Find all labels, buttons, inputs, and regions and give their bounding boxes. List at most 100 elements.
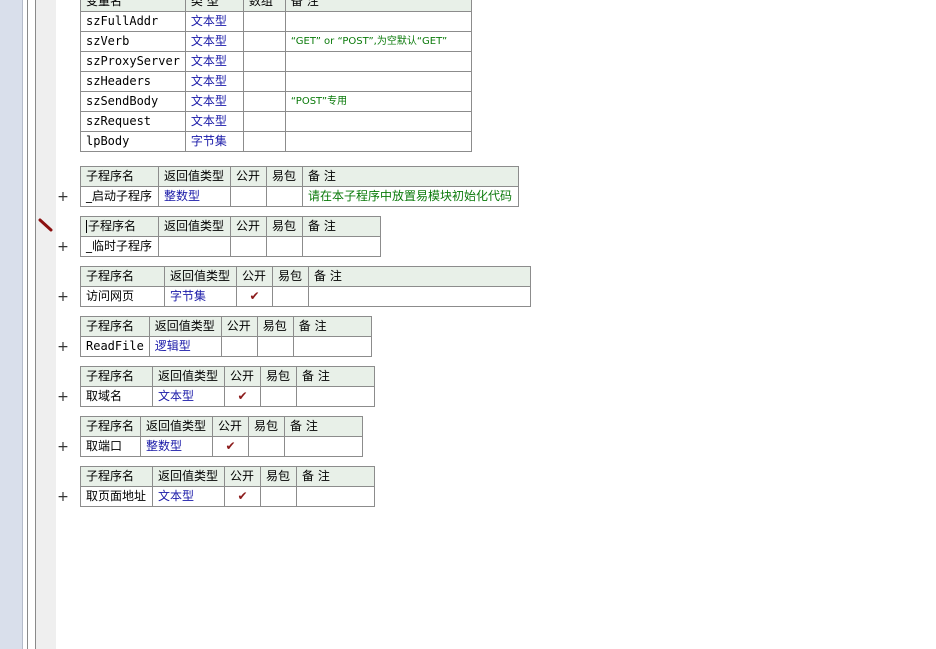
header-remark: 备 注 [284,416,363,437]
expand-sub-button[interactable]: + [57,490,69,504]
variable-row[interactable]: szFullAddr 文本型 [80,11,472,32]
subroutine-public-check[interactable] [220,336,258,357]
variable-remark[interactable] [284,111,472,132]
variable-name[interactable]: szHeaders [80,71,186,92]
variable-row[interactable]: szSendBody 文本型 “POST”专用 [80,91,472,112]
subroutine-table: 子程序名 返回值类型 公开 易包 备 注 _启动子程序 整数型 请在本子程序中放… [80,166,519,207]
expand-sub-button[interactable]: + [57,190,69,204]
subroutine-return-type[interactable] [158,236,231,257]
variable-name[interactable]: szVerb [80,31,186,52]
variable-row[interactable]: szVerb 文本型 “GET” or “POST”,为空默认“GET” [80,31,472,52]
header-sub-name: 子程序名 [80,266,165,287]
variable-remark[interactable]: “GET” or “POST”,为空默认“GET” [284,31,472,52]
subroutine-name[interactable]: 访问网页 [80,286,165,307]
subroutine-table: 子程序名 返回值类型 公开 易包 备 注 取页面地址 文本型 ✔ [80,466,375,507]
subroutine-row[interactable]: 取域名 文本型 ✔ [80,386,375,407]
subroutine-name[interactable]: 取页面地址 [80,486,153,507]
header-sub-name: 子程序名 [80,166,159,187]
variable-remark[interactable] [284,11,472,32]
subroutine-easy-package[interactable] [256,336,294,357]
subroutine-name[interactable]: _临时子程序 [80,236,159,257]
header-remark: 备 注 [296,366,375,387]
expand-sub-button[interactable]: + [57,290,69,304]
subroutine-easy-package[interactable] [248,436,285,457]
variable-remark[interactable] [284,131,472,152]
variable-array[interactable] [242,131,286,152]
header-return-type: 返回值类型 [152,366,225,387]
subroutine-row[interactable]: ReadFile 逻辑型 [80,336,372,357]
subroutine-public-check[interactable]: ✔ [212,436,249,457]
variable-row[interactable]: szHeaders 文本型 [80,71,472,92]
subroutine-return-type[interactable]: 字节集 [164,286,237,307]
variable-type[interactable]: 文本型 [184,111,244,132]
header-sub-name-cell[interactable]: 子程序名 [80,216,159,237]
variable-array[interactable] [242,51,286,72]
subroutine-easy-package[interactable] [266,186,303,207]
subroutine-row[interactable]: _启动子程序 整数型 请在本子程序中放置易模块初始化代码 [80,186,519,207]
variable-name[interactable]: szSendBody [80,91,186,112]
variable-array[interactable] [242,91,286,112]
variable-remark[interactable]: “POST”专用 [284,91,472,112]
expand-sub-button[interactable]: + [57,340,69,354]
subroutine-remark[interactable] [296,386,375,407]
variable-name[interactable]: szProxyServer [80,51,186,72]
subroutine-return-type[interactable]: 整数型 [158,186,231,207]
subroutine-public-check[interactable] [230,236,267,257]
variable-type[interactable]: 文本型 [184,51,244,72]
subroutine-public-check[interactable]: ✔ [224,386,261,407]
header-sub-name: 子程序名 [80,366,153,387]
variable-array[interactable] [242,71,286,92]
variable-type[interactable]: 文本型 [184,31,244,52]
variable-array[interactable] [242,11,286,32]
subroutine-return-type[interactable]: 逻辑型 [148,336,222,357]
variable-type[interactable]: 文本型 [184,11,244,32]
variable-array[interactable] [242,31,286,52]
variables-header-row: 变量名 类 型 数组 备 注 [80,0,472,12]
subroutine-remark[interactable] [296,486,375,507]
variable-array[interactable] [242,111,286,132]
variable-type[interactable]: 文本型 [184,71,244,92]
header-remark: 备 注 [284,0,472,12]
subroutine-return-type[interactable]: 文本型 [152,486,225,507]
subroutine-easy-package[interactable] [260,386,297,407]
subroutine-row[interactable]: 取页面地址 文本型 ✔ [80,486,375,507]
variable-remark[interactable] [284,51,472,72]
variable-name[interactable]: szRequest [80,111,186,132]
variable-type[interactable]: 字节集 [184,131,244,152]
subroutine-easy-package[interactable] [266,236,303,257]
header-return-type: 返回值类型 [148,316,222,337]
header-public: 公开 [230,216,267,237]
variable-remark[interactable] [284,71,472,92]
subroutine-remark[interactable] [284,436,363,457]
subroutine-easy-package[interactable] [260,486,297,507]
variable-name[interactable]: szFullAddr [80,11,186,32]
subroutine-remark[interactable] [302,236,381,257]
subroutine-remark[interactable]: 请在本子程序中放置易模块初始化代码 [302,186,519,207]
subroutine-public-check[interactable] [230,186,267,207]
subroutine-return-type[interactable]: 整数型 [140,436,213,457]
variable-row[interactable]: lpBody 字节集 [80,131,472,152]
subroutine-row[interactable]: _临时子程序 [80,236,381,257]
variable-type[interactable]: 文本型 [184,91,244,112]
subroutine-remark[interactable] [308,286,531,307]
subroutine-row[interactable]: 取端口 整数型 ✔ [80,436,363,457]
subroutine-table: 子程序名 返回值类型 公开 易包 备 注 ReadFile 逻辑型 [80,316,372,357]
subroutine-name[interactable]: 取端口 [80,436,141,457]
subroutine-row[interactable]: 访问网页 字节集 ✔ [80,286,531,307]
variable-name[interactable]: lpBody [80,131,186,152]
subroutine-remark[interactable] [292,336,372,357]
subroutine-public-check[interactable]: ✔ [224,486,261,507]
subroutine-name[interactable]: _启动子程序 [80,186,159,207]
subroutine-name[interactable]: ReadFile [80,336,150,357]
expand-sub-button[interactable]: + [57,390,69,404]
subroutine-table: 子程序名 返回值类型 公开 易包 备 注 取域名 文本型 ✔ [80,366,375,407]
subroutine-return-type[interactable]: 文本型 [152,386,225,407]
expand-sub-button[interactable]: + [57,240,69,254]
expand-sub-button[interactable]: + [57,440,69,454]
header-sub-name: 子程序名 [80,416,141,437]
subroutine-public-check[interactable]: ✔ [236,286,273,307]
variable-row[interactable]: szProxyServer 文本型 [80,51,472,72]
subroutine-easy-package[interactable] [272,286,309,307]
subroutine-name[interactable]: 取域名 [80,386,153,407]
variable-row[interactable]: szRequest 文本型 [80,111,472,132]
